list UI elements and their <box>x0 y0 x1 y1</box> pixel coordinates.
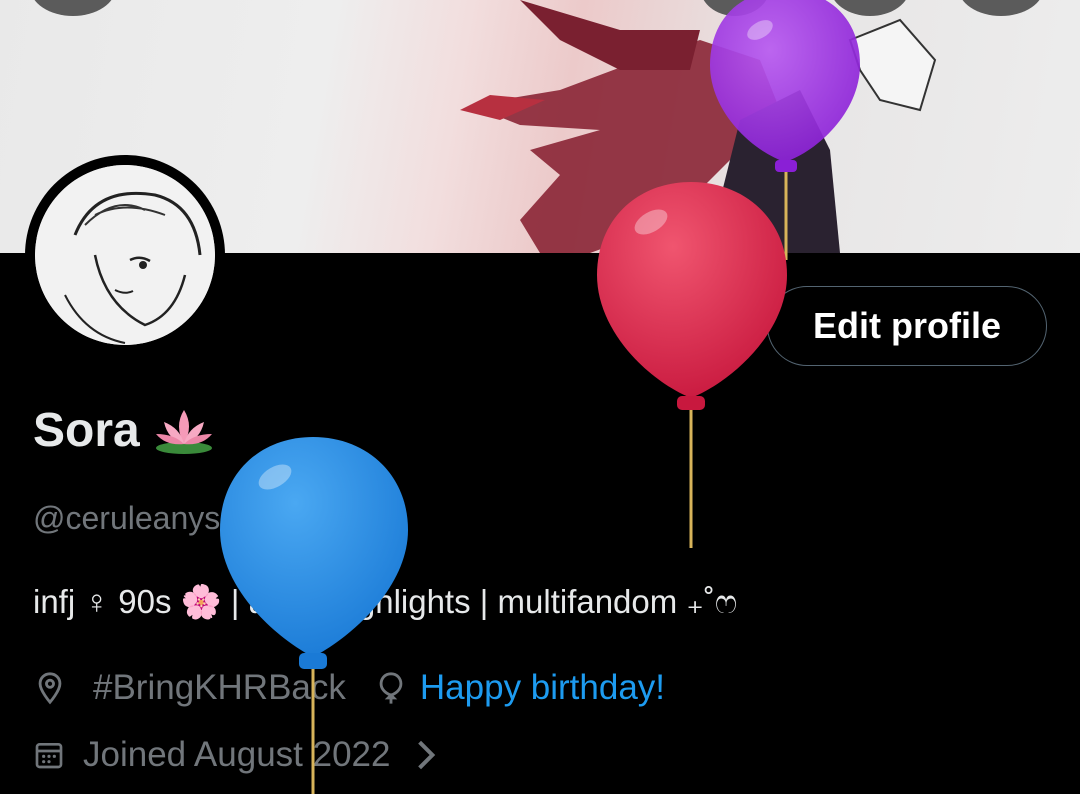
calendar-icon <box>35 743 63 769</box>
location-text: #BringKHRBack <box>93 668 346 707</box>
bio-text: infj ♀ 90s 🌸 | art in highlights | multi… <box>33 583 738 620</box>
birthday-link[interactable]: Happy birthday! <box>420 668 665 708</box>
joined-row: Joined August 2022 <box>33 735 436 775</box>
avatar-sketch <box>35 165 215 345</box>
location-pin-icon <box>38 672 62 705</box>
joined-date: Joined August 2022 <box>83 735 391 774</box>
display-name-text: Sora <box>33 403 140 457</box>
balloon-outline-icon <box>379 672 403 704</box>
display-name: Sora <box>33 402 216 458</box>
username-handle: @ceruleanys <box>33 500 221 536</box>
avatar[interactable] <box>35 165 215 345</box>
location-row: #BringKHRBack Happy birthday! <box>33 668 665 708</box>
edit-profile-button[interactable]: Edit profile <box>767 286 1047 366</box>
chevron-right-icon[interactable] <box>416 739 436 771</box>
lotus-icon <box>152 402 216 458</box>
